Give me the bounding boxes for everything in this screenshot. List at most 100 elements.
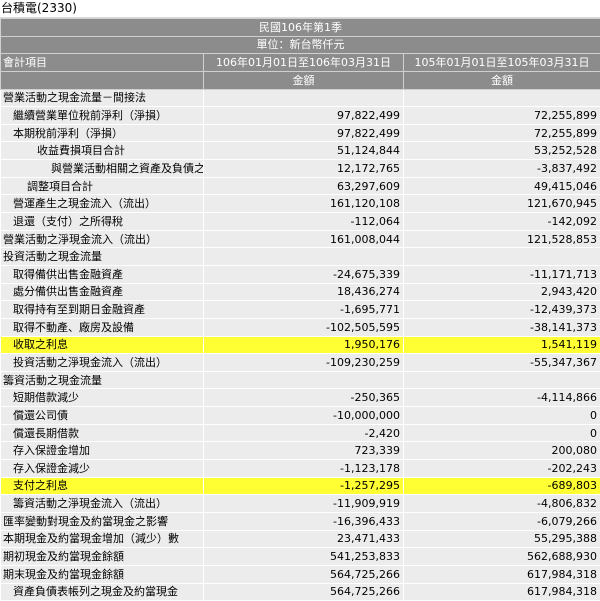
row-value-current xyxy=(204,371,404,389)
row-label: 期初現金及約當現金餘額 xyxy=(1,548,204,566)
company-title: 台積電(2330) xyxy=(0,0,600,18)
row-label: 調整項目合計 xyxy=(1,177,204,195)
row-value-previous: -689,803 xyxy=(404,477,600,495)
row-value-current: 63,297,609 xyxy=(204,177,404,195)
row-label: 與營業活動相關之資產及負債之 xyxy=(1,160,204,178)
row-value-previous: -3,837,492 xyxy=(404,160,600,178)
row-label: 投資活動之淨現金流入（流出） xyxy=(1,354,204,372)
table-row: 本期稅前淨利（淨損）97,822,49972,255,899 xyxy=(1,124,600,142)
row-value-previous: 0 xyxy=(404,407,600,425)
table-row: 籌資活動之現金流量 xyxy=(1,371,600,389)
row-label: 取得備供出售金融資產 xyxy=(1,265,204,283)
table-row: 與營業活動相關之資產及負債之12,172,765-3,837,492 xyxy=(1,160,600,178)
row-value-current: -112,064 xyxy=(204,213,404,231)
period-title: 民國106年第1季 xyxy=(1,19,600,37)
row-value-previous: 55,295,388 xyxy=(404,530,600,548)
row-label: 繼續營業單位稅前淨利（淨損） xyxy=(1,107,204,125)
row-value-previous xyxy=(404,248,600,266)
table-row: 籌資活動之淨現金流入（流出）-11,909,919-4,806,832 xyxy=(1,495,600,513)
amount-header-previous: 金額 xyxy=(404,71,600,89)
row-value-previous: -202,243 xyxy=(404,460,600,478)
period-header-row: 民國106年第1季 xyxy=(1,19,600,37)
row-value-current xyxy=(204,248,404,266)
table-row: 支付之利息-1,257,295-689,803 xyxy=(1,477,600,495)
row-label: 退還（支付）之所得稅 xyxy=(1,213,204,231)
table-row: 期末現金及約當現金餘額564,725,266617,984,318 xyxy=(1,565,600,583)
table-row: 投資活動之現金流量 xyxy=(1,248,600,266)
amount-header-current: 金額 xyxy=(204,71,404,89)
row-label: 取得持有至到期日金融資產 xyxy=(1,301,204,319)
row-label: 匯率變動對現金及約當現金之影響 xyxy=(1,512,204,530)
row-value-previous: -4,114,866 xyxy=(404,389,600,407)
row-label: 短期借款減少 xyxy=(1,389,204,407)
row-label: 存入保證金增加 xyxy=(1,442,204,460)
row-value-current: 541,253,833 xyxy=(204,548,404,566)
row-value-previous: -12,439,373 xyxy=(404,301,600,319)
table-row: 存入保證金減少-1,123,178-202,243 xyxy=(1,460,600,478)
row-label: 投資活動之現金流量 xyxy=(1,248,204,266)
row-label: 本期稅前淨利（淨損） xyxy=(1,124,204,142)
unit-header-row: 單位：新台幣仟元 xyxy=(1,36,600,54)
row-label: 籌資活動之淨現金流入（流出） xyxy=(1,495,204,513)
table-row: 取得持有至到期日金融資產-1,695,771-12,439,373 xyxy=(1,301,600,319)
row-value-current: 51,124,844 xyxy=(204,142,404,160)
row-label: 償還長期借款 xyxy=(1,424,204,442)
row-value-current: 564,725,266 xyxy=(204,565,404,583)
row-label: 本期現金及約當現金增加（減少）數 xyxy=(1,530,204,548)
row-value-previous: 49,415,046 xyxy=(404,177,600,195)
row-value-previous: 72,255,899 xyxy=(404,124,600,142)
row-value-current: -109,230,259 xyxy=(204,354,404,372)
row-value-current: 97,822,499 xyxy=(204,124,404,142)
table-row: 期初現金及約當現金餘額541,253,833562,688,930 xyxy=(1,548,600,566)
row-label: 營業活動之淨現金流入（流出） xyxy=(1,230,204,248)
row-value-previous: 72,255,899 xyxy=(404,107,600,125)
table-row: 取得備供出售金融資產-24,675,339-11,171,713 xyxy=(1,265,600,283)
row-value-previous: 617,984,318 xyxy=(404,565,600,583)
table-row: 償還公司債-10,000,0000 xyxy=(1,407,600,425)
row-value-previous xyxy=(404,371,600,389)
table-row: 匯率變動對現金及約當現金之影響-16,396,433-6,079,266 xyxy=(1,512,600,530)
table-row: 收取之利息1,950,1761,541,119 xyxy=(1,336,600,354)
row-value-current: 12,172,765 xyxy=(204,160,404,178)
table-row: 本期現金及約當現金增加（減少）數23,471,43355,295,388 xyxy=(1,530,600,548)
column-header-row: 會計項目 106年01月01日至106年03月31日 105年01月01日至10… xyxy=(1,54,600,72)
row-label: 收益費損項目合計 xyxy=(1,142,204,160)
row-value-previous xyxy=(404,89,600,107)
row-value-current: -2,420 xyxy=(204,424,404,442)
row-label: 營業活動之現金流量－間接法 xyxy=(1,89,204,107)
row-value-current: 161,008,044 xyxy=(204,230,404,248)
row-value-previous: -38,141,373 xyxy=(404,318,600,336)
row-value-current: -102,505,595 xyxy=(204,318,404,336)
table-row: 營業活動之淨現金流入（流出）161,008,044121,528,853 xyxy=(1,230,600,248)
row-value-previous: -6,079,266 xyxy=(404,512,600,530)
row-value-current: -1,257,295 xyxy=(204,477,404,495)
row-value-current: -1,123,178 xyxy=(204,460,404,478)
row-value-previous: 53,252,528 xyxy=(404,142,600,160)
row-value-current: -10,000,000 xyxy=(204,407,404,425)
amount-header-blank xyxy=(1,71,204,89)
row-label: 處分備供出售金融資產 xyxy=(1,283,204,301)
row-value-previous: -55,347,367 xyxy=(404,354,600,372)
row-label: 收取之利息 xyxy=(1,336,204,354)
row-value-previous: -142,092 xyxy=(404,213,600,231)
row-value-current: 23,471,433 xyxy=(204,530,404,548)
row-label: 支付之利息 xyxy=(1,477,204,495)
row-value-current: -250,365 xyxy=(204,389,404,407)
row-value-current: -1,695,771 xyxy=(204,301,404,319)
cash-flow-table: 民國106年第1季 單位：新台幣仟元 會計項目 106年01月01日至106年0… xyxy=(0,18,600,601)
row-label: 存入保證金減少 xyxy=(1,460,204,478)
row-label: 籌資活動之現金流量 xyxy=(1,371,204,389)
unit-label: 單位：新台幣仟元 xyxy=(1,36,600,54)
row-value-current: -24,675,339 xyxy=(204,265,404,283)
table-row: 償還長期借款-2,4200 xyxy=(1,424,600,442)
row-label: 取得不動產、廠房及設備 xyxy=(1,318,204,336)
table-row: 取得不動產、廠房及設備-102,505,595-38,141,373 xyxy=(1,318,600,336)
table-row: 存入保證金增加723,339200,080 xyxy=(1,442,600,460)
row-value-current: -11,909,919 xyxy=(204,495,404,513)
table-row: 調整項目合計63,297,60949,415,046 xyxy=(1,177,600,195)
table-row: 收益費損項目合計51,124,84453,252,528 xyxy=(1,142,600,160)
row-value-current: 161,120,108 xyxy=(204,195,404,213)
row-value-current: -16,396,433 xyxy=(204,512,404,530)
table-row: 處分備供出售金融資產18,436,2742,943,420 xyxy=(1,283,600,301)
row-value-previous: -11,171,713 xyxy=(404,265,600,283)
